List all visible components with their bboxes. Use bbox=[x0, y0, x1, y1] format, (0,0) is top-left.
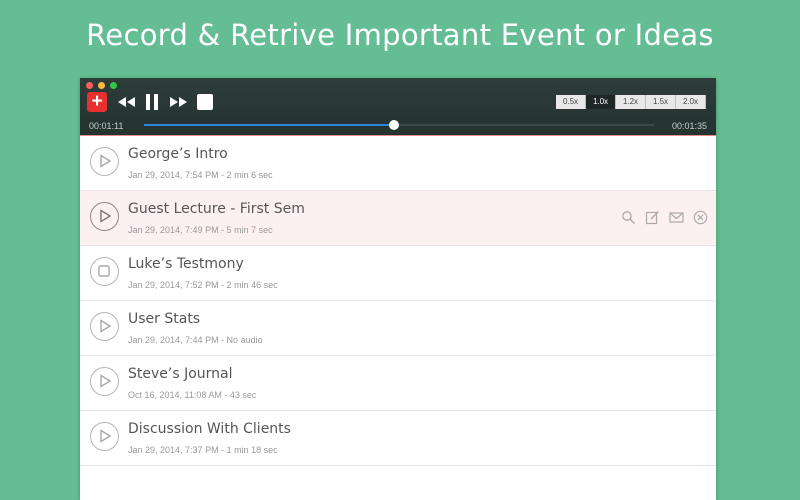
progress-knob[interactable] bbox=[389, 120, 399, 130]
recording-meta: Jan 29, 2014, 7:52 PM - 2 min 46 sec bbox=[128, 280, 278, 290]
play-button[interactable] bbox=[90, 147, 119, 176]
recording-meta: Oct 16, 2014, 11:08 AM - 43 sec bbox=[128, 390, 256, 400]
zoom-window-button[interactable] bbox=[110, 82, 117, 89]
recording-row[interactable]: Discussion With Clients Jan 29, 2014, 7:… bbox=[80, 411, 716, 466]
row-actions bbox=[621, 210, 708, 225]
stop-button[interactable] bbox=[196, 93, 214, 111]
play-icon bbox=[91, 423, 117, 449]
play-button[interactable] bbox=[90, 367, 119, 396]
headline: Record & Retrive Important Event or Idea… bbox=[0, 18, 800, 52]
fast-forward-icon bbox=[169, 93, 189, 111]
recording-meta: Jan 29, 2014, 7:37 PM - 1 min 18 sec bbox=[128, 445, 278, 455]
close-window-button[interactable] bbox=[86, 82, 93, 89]
recording-title: Luke’s Testmony bbox=[128, 256, 244, 272]
stop-icon bbox=[196, 93, 214, 111]
play-button[interactable] bbox=[90, 312, 119, 341]
recording-meta: Jan 29, 2014, 7:49 PM - 5 min 7 sec bbox=[128, 225, 273, 235]
app-window: + 0.5x 1.0x 1.2x bbox=[80, 78, 716, 500]
speed-option[interactable]: 1.0x bbox=[586, 95, 616, 109]
recording-meta: Jan 29, 2014, 7:54 PM - 2 min 6 sec bbox=[128, 170, 273, 180]
total-time: 00:01:35 bbox=[672, 121, 707, 131]
minimize-window-button[interactable] bbox=[98, 82, 105, 89]
toolbar: + 0.5x 1.0x 1.2x bbox=[80, 78, 716, 135]
pause-icon bbox=[144, 93, 160, 111]
speed-option[interactable]: 0.5x bbox=[556, 95, 586, 109]
speed-option[interactable]: 2.0x bbox=[676, 95, 706, 109]
stop-recording-button[interactable] bbox=[90, 257, 119, 286]
play-icon bbox=[91, 148, 117, 174]
play-icon bbox=[91, 203, 117, 229]
close-icon[interactable] bbox=[693, 210, 708, 225]
add-recording-button[interactable]: + bbox=[87, 92, 107, 112]
mail-icon[interactable] bbox=[669, 210, 684, 225]
recording-row[interactable]: Steve’s Journal Oct 16, 2014, 11:08 AM -… bbox=[80, 356, 716, 411]
speed-option[interactable]: 1.5x bbox=[646, 95, 676, 109]
recording-meta: Jan 29, 2014, 7:44 PM - No audio bbox=[128, 335, 263, 345]
recording-row[interactable]: George’s Intro Jan 29, 2014, 7:54 PM - 2… bbox=[80, 136, 716, 191]
elapsed-time: 00:01:11 bbox=[89, 121, 123, 131]
play-icon bbox=[91, 313, 117, 339]
progress-fill bbox=[144, 124, 394, 126]
speed-option[interactable]: 1.2x bbox=[616, 95, 646, 109]
rewind-button[interactable] bbox=[117, 93, 137, 111]
search-icon[interactable] bbox=[621, 210, 636, 225]
edit-icon[interactable] bbox=[645, 210, 660, 225]
fast-forward-button[interactable] bbox=[169, 93, 189, 111]
recording-title: Steve’s Journal bbox=[128, 366, 233, 382]
recording-row[interactable]: User Stats Jan 29, 2014, 7:44 PM - No au… bbox=[80, 301, 716, 356]
pause-button[interactable] bbox=[144, 93, 160, 111]
recording-title: Discussion With Clients bbox=[128, 421, 291, 437]
speed-selector: 0.5x 1.0x 1.2x 1.5x 2.0x bbox=[556, 95, 706, 109]
rewind-icon bbox=[117, 93, 137, 111]
recording-title: George’s Intro bbox=[128, 146, 228, 162]
stop-icon bbox=[91, 258, 117, 284]
recording-row[interactable]: Guest Lecture - First Sem Jan 29, 2014, … bbox=[80, 191, 716, 246]
play-button[interactable] bbox=[90, 202, 119, 231]
recording-title: User Stats bbox=[128, 311, 200, 327]
progress-slider[interactable] bbox=[144, 124, 654, 126]
recording-row[interactable]: Luke’s Testmony Jan 29, 2014, 7:52 PM - … bbox=[80, 246, 716, 301]
play-button[interactable] bbox=[90, 422, 119, 451]
recording-title: Guest Lecture - First Sem bbox=[128, 201, 305, 217]
recording-list: George’s Intro Jan 29, 2014, 7:54 PM - 2… bbox=[80, 136, 716, 466]
play-icon bbox=[91, 368, 117, 394]
